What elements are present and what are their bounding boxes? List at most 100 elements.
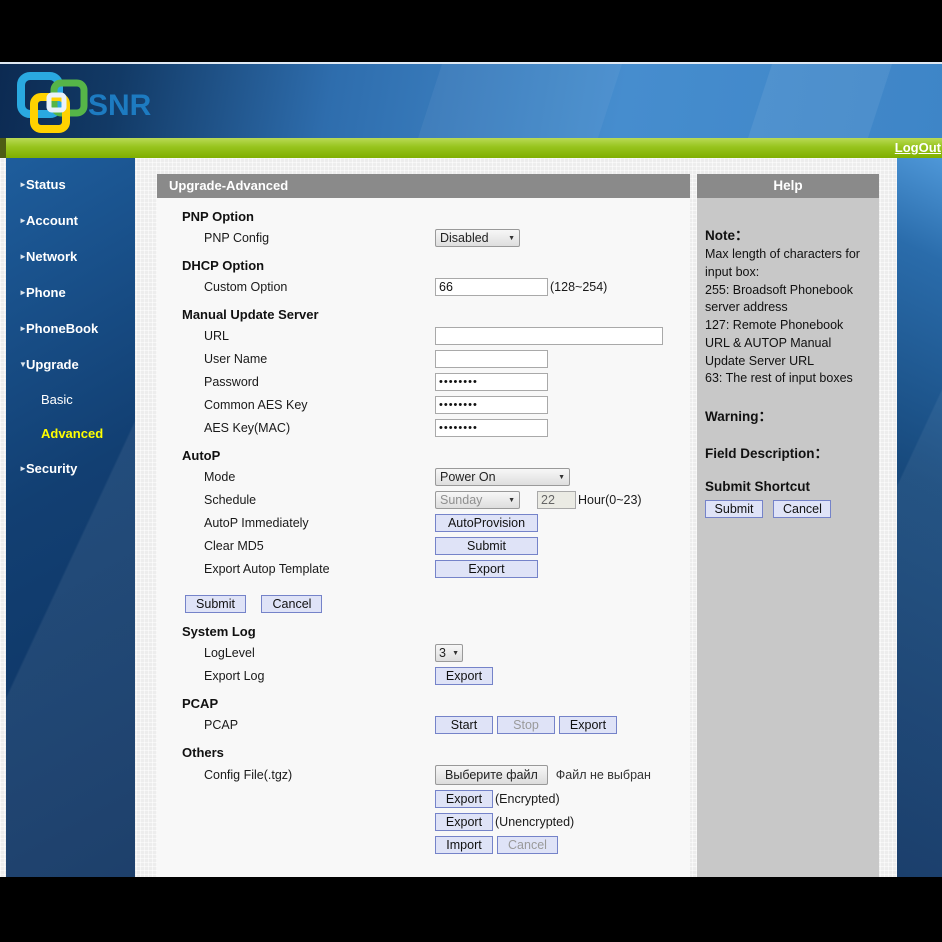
config-file-row: Config File(.tgz) Выберите файл Файл не … bbox=[157, 765, 690, 785]
mode-row: Mode Power On ▼ bbox=[157, 468, 690, 486]
file-status-text: Файл не выбран bbox=[556, 768, 651, 782]
url-label: URL bbox=[204, 329, 435, 343]
green-divider-bar: LogOut bbox=[0, 138, 942, 158]
schedule-label: Schedule bbox=[204, 493, 435, 507]
choose-file-button[interactable]: Выберите файл bbox=[435, 765, 548, 785]
password-row: Password bbox=[157, 373, 690, 391]
help-note-line: Max length of characters for input box: bbox=[705, 246, 871, 282]
sidebar-item-label: PhoneBook bbox=[26, 321, 98, 336]
main-panel: Upgrade-Advanced PNP Option PNP Config D… bbox=[157, 174, 690, 877]
autop-immediately-row: AutoP Immediately AutoProvision bbox=[157, 514, 690, 532]
chevron-right-icon: ► bbox=[6, 288, 26, 297]
password-input[interactable] bbox=[435, 373, 548, 391]
clear-md5-submit-button[interactable]: Submit bbox=[435, 537, 538, 555]
import-button[interactable]: Import bbox=[435, 836, 493, 854]
pcap-stop-button[interactable]: Stop bbox=[497, 716, 555, 734]
url-row: URL bbox=[157, 327, 690, 345]
sidebar-item-label: Security bbox=[26, 461, 77, 476]
section-manual-update-server: Manual Update Server bbox=[182, 307, 690, 322]
sidebar-item-status[interactable]: ► Status bbox=[6, 166, 135, 202]
import-cancel-row: Import Cancel bbox=[157, 836, 690, 854]
banner-facet bbox=[748, 64, 892, 138]
pcap-start-button[interactable]: Start bbox=[435, 716, 493, 734]
chevron-right-icon: ► bbox=[6, 464, 26, 473]
help-submit-shortcut-header: Submit Shortcut bbox=[705, 479, 871, 494]
custom-option-input[interactable] bbox=[435, 278, 548, 296]
user-name-row: User Name bbox=[157, 350, 690, 368]
chevron-right-icon: ► bbox=[6, 252, 26, 261]
common-aes-key-input[interactable] bbox=[435, 396, 548, 414]
logout-link[interactable]: LogOut bbox=[895, 140, 941, 155]
help-note-line: 127: Remote Phonebook URL & AUTOP Manual… bbox=[705, 317, 871, 370]
cancel-button[interactable]: Cancel bbox=[261, 595, 322, 613]
mode-label: Mode bbox=[204, 470, 435, 484]
sidebar-subitem-label: Advanced bbox=[41, 426, 103, 441]
mode-value: Power On bbox=[440, 470, 552, 484]
clear-md5-label: Clear MD5 bbox=[204, 539, 435, 553]
config-file-label: Config File(.tgz) bbox=[204, 768, 435, 782]
page: SNR LogOut ► Status ► Account ► Network bbox=[0, 0, 942, 942]
upgrade-advanced-form: PNP Option PNP Config Disabled ▼ DHCP Op… bbox=[157, 198, 690, 877]
banner-facet bbox=[418, 64, 622, 138]
password-label: Password bbox=[204, 375, 435, 389]
import-cancel-button[interactable]: Cancel bbox=[497, 836, 558, 854]
sidebar-item-label: Network bbox=[26, 249, 77, 264]
sidebar-item-upgrade[interactable]: ▼ Upgrade bbox=[6, 346, 135, 382]
schedule-day-select[interactable]: Sunday ▼ bbox=[435, 491, 520, 509]
aes-key-mac-input[interactable] bbox=[435, 419, 548, 437]
mode-select[interactable]: Power On ▼ bbox=[435, 468, 570, 486]
help-cancel-button[interactable]: Cancel bbox=[773, 500, 831, 518]
schedule-row: Schedule Sunday ▼ Hour(0~23) bbox=[157, 491, 690, 509]
sidebar-item-account[interactable]: ► Account bbox=[6, 202, 135, 238]
export-unencrypted-button[interactable]: Export bbox=[435, 813, 493, 831]
page-title: Upgrade-Advanced bbox=[157, 174, 690, 198]
loglevel-select[interactable]: 3 ▼ bbox=[435, 644, 463, 662]
custom-option-label: Custom Option bbox=[204, 280, 435, 294]
chevron-down-icon: ▼ bbox=[508, 235, 515, 242]
schedule-hour-input[interactable] bbox=[537, 491, 576, 509]
sidebar-item-network[interactable]: ► Network bbox=[6, 238, 135, 274]
autoprovision-button[interactable]: AutoProvision bbox=[435, 514, 538, 532]
sidebar-item-phonebook[interactable]: ► PhoneBook bbox=[6, 310, 135, 346]
chevron-down-icon: ▼ bbox=[558, 474, 565, 481]
submit-button[interactable]: Submit bbox=[185, 595, 246, 613]
section-dhcp-option: DHCP Option bbox=[182, 258, 690, 273]
pcap-export-button[interactable]: Export bbox=[559, 716, 617, 734]
help-field-description-header: Field Description： bbox=[705, 442, 871, 462]
export-log-button[interactable]: Export bbox=[435, 667, 493, 685]
export-autop-template-label: Export Autop Template bbox=[204, 562, 435, 576]
help-title: Help bbox=[697, 174, 879, 198]
chevron-down-icon: ▼ bbox=[6, 360, 26, 369]
export-log-row: Export Log Export bbox=[157, 667, 690, 685]
sidebar-item-security[interactable]: ► Security bbox=[6, 450, 135, 486]
help-submit-button[interactable]: Submit bbox=[705, 500, 763, 518]
help-note-line: 63: The rest of input boxes bbox=[705, 370, 871, 388]
chevron-down-icon: ▼ bbox=[508, 497, 515, 504]
section-autop: AutoP bbox=[182, 448, 690, 463]
custom-option-hint: (128~254) bbox=[550, 280, 607, 294]
user-name-label: User Name bbox=[204, 352, 435, 366]
loglevel-row: LogLevel 3 ▼ bbox=[157, 644, 690, 662]
sidebar: ► Status ► Account ► Network ► Phone ► bbox=[6, 158, 135, 877]
pnp-config-select[interactable]: Disabled ▼ bbox=[435, 229, 520, 247]
help-warning-header: Warning： bbox=[705, 405, 871, 425]
aes-key-mac-label: AES Key(MAC) bbox=[204, 421, 435, 435]
sidebar-item-phone[interactable]: ► Phone bbox=[6, 274, 135, 310]
export-encrypted-row: Export (Encrypted) bbox=[157, 790, 690, 808]
sidebar-subitem-advanced[interactable]: Advanced bbox=[6, 416, 135, 450]
export-autop-template-button[interactable]: Export bbox=[435, 560, 538, 578]
autop-immediately-label: AutoP Immediately bbox=[204, 516, 435, 530]
logo-text: SNR bbox=[88, 89, 152, 122]
user-name-input[interactable] bbox=[435, 350, 548, 368]
clear-md5-row: Clear MD5 Submit bbox=[157, 537, 690, 555]
sidebar-subitem-basic[interactable]: Basic bbox=[6, 382, 135, 416]
chevron-right-icon: ► bbox=[6, 324, 26, 333]
url-input[interactable] bbox=[435, 327, 663, 345]
section-system-log: System Log bbox=[182, 624, 690, 639]
custom-option-row: Custom Option (128~254) bbox=[157, 278, 690, 296]
right-background-strip bbox=[897, 158, 942, 877]
common-aes-key-row: Common AES Key bbox=[157, 396, 690, 414]
export-encrypted-button[interactable]: Export bbox=[435, 790, 493, 808]
section-pnp-option: PNP Option bbox=[182, 209, 690, 224]
help-panel: Help Note： Max length of characters for … bbox=[697, 174, 879, 877]
